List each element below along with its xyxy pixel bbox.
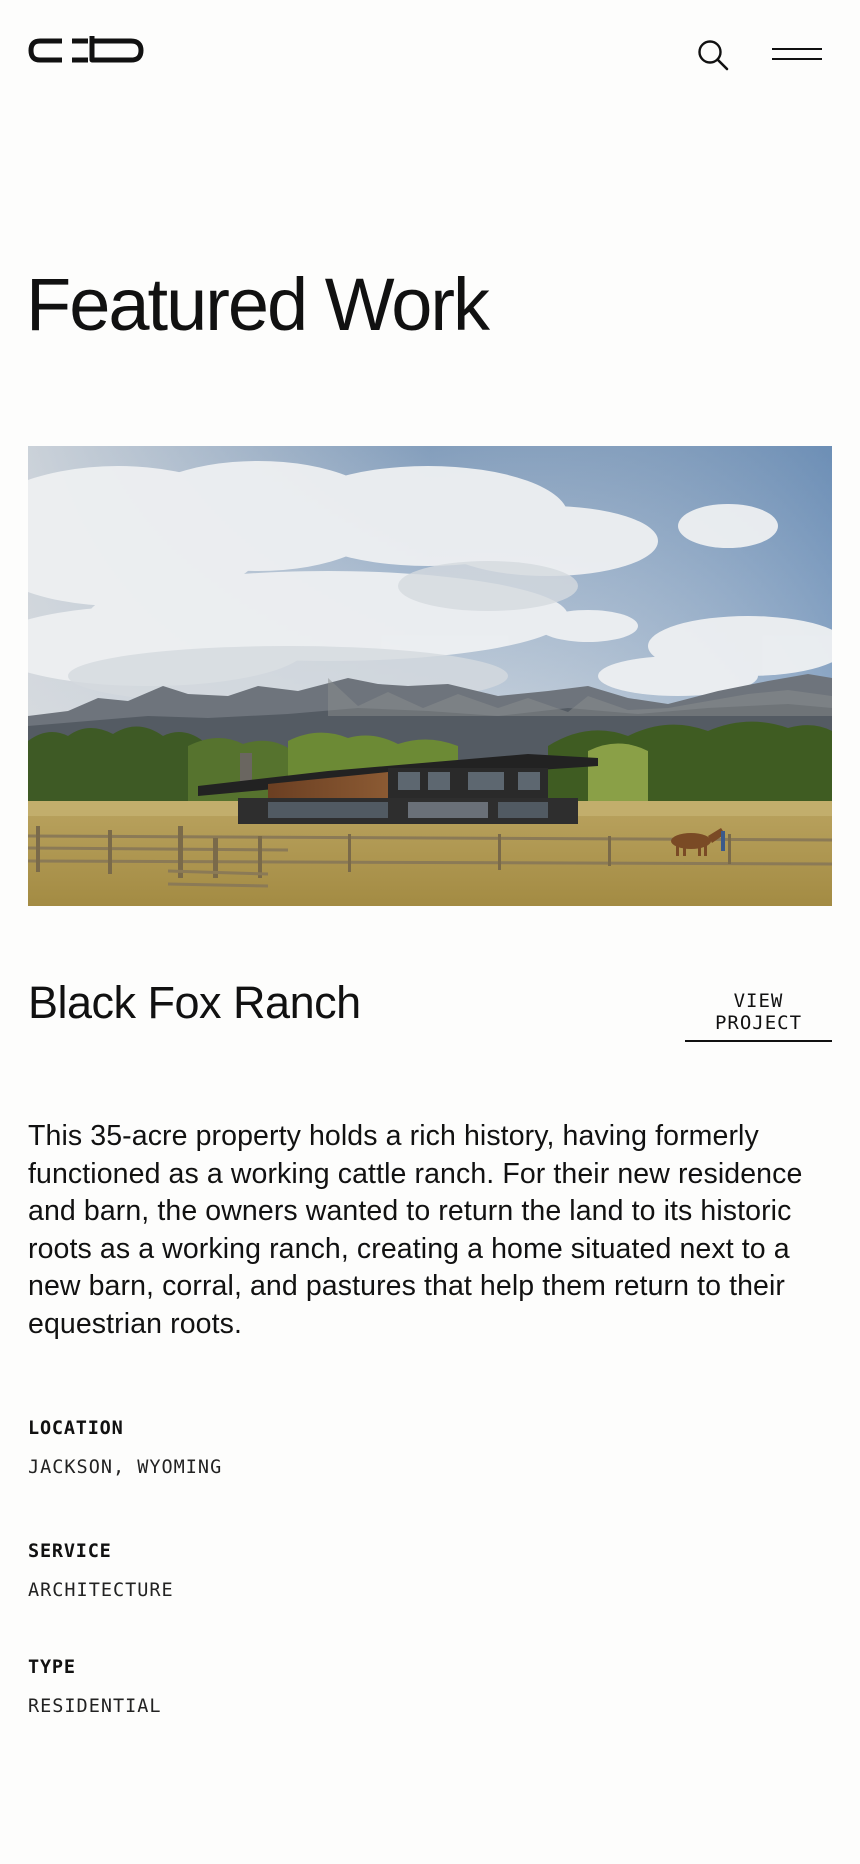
project-name: Black Fox Ranch: [28, 977, 361, 1028]
search-button[interactable]: [696, 38, 730, 72]
service-value: ARCHITECTURE: [28, 1580, 174, 1601]
type-value: RESIDENTIAL: [28, 1696, 162, 1717]
service-label: SERVICE: [28, 1541, 112, 1562]
search-icon: [698, 40, 729, 71]
project-hero-image[interactable]: [28, 446, 832, 906]
page-title: Featured Work: [26, 263, 490, 346]
view-project-link[interactable]: VIEW PROJECT: [685, 990, 832, 1042]
type-label: TYPE: [28, 1657, 76, 1678]
project-description: This 35-acre property holds a rich histo…: [28, 1120, 803, 1340]
clb-logo[interactable]: [28, 33, 144, 69]
hamburger-menu-icon: [772, 48, 822, 50]
location-value: JACKSON, WYOMING: [28, 1457, 223, 1478]
clb-logo-mark: [28, 36, 144, 63]
hamburger-menu-icon-line: [772, 58, 822, 60]
location-label: LOCATION: [28, 1418, 124, 1439]
menu-button[interactable]: [772, 44, 822, 64]
site-header: [0, 0, 860, 110]
